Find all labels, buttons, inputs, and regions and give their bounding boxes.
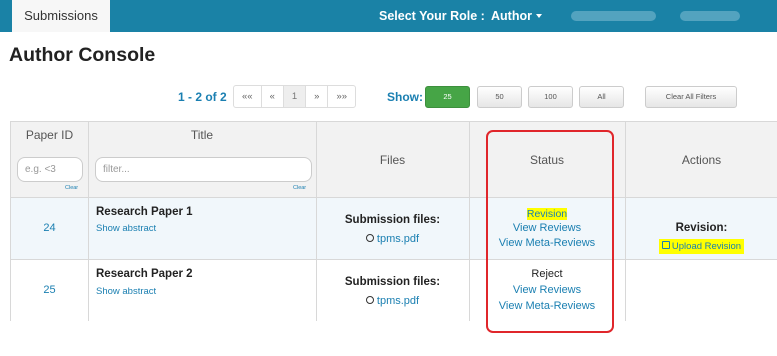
caret-down-icon <box>535 13 542 18</box>
file-entry: tpms.pdf <box>316 293 469 307</box>
upload-revision-entry: Upload Revision <box>625 238 777 254</box>
submissions-table: Paper ID Title Files Status Actions e.g.… <box>10 121 777 321</box>
clock-icon <box>365 233 374 242</box>
show-abstract-link[interactable]: Show abstract <box>96 286 156 297</box>
files-label: Submission files: <box>344 276 441 288</box>
show-label: Show: <box>387 90 423 104</box>
last-page-button[interactable]: »» <box>328 86 355 107</box>
header-files: Files <box>379 153 406 167</box>
file-link[interactable]: tpms.pdf <box>377 295 419 307</box>
role-value: Author <box>491 9 532 23</box>
header-title[interactable]: Title <box>88 128 316 142</box>
pagination-range: 1 - 2 of 2 <box>178 90 227 104</box>
page-title: Author Console <box>9 44 156 66</box>
upload-revision-link[interactable]: Upload Revision <box>658 239 745 254</box>
prev-page-button[interactable]: « <box>262 86 284 107</box>
show-abstract-link[interactable]: Show abstract <box>96 223 156 234</box>
revision-label: Revision: <box>675 222 728 234</box>
role-label: Select Your Role : <box>379 9 485 23</box>
file-entry: tpms.pdf <box>316 231 469 245</box>
pagination: «« « 1 » »» <box>233 85 357 108</box>
redacted-user-info <box>571 11 656 21</box>
page-1-button[interactable]: 1 <box>283 86 307 107</box>
top-navbar: Submissions Select Your Role : Author <box>0 0 777 32</box>
paper-id-link[interactable]: 24 <box>11 222 88 234</box>
paper-title: Research Paper 1 <box>96 206 193 218</box>
upload-revision-label: Upload Revision <box>671 241 742 252</box>
page-size-25-button[interactable]: 25 <box>425 86 470 108</box>
redacted-user-menu[interactable] <box>680 11 740 21</box>
files-label: Submission files: <box>344 214 441 226</box>
paper-id-filter-input[interactable]: e.g. <3 <box>17 157 83 182</box>
column-divider <box>88 122 89 321</box>
first-page-button[interactable]: «« <box>234 86 262 107</box>
clock-icon <box>365 295 374 304</box>
title-filter-input[interactable]: filter... <box>95 157 312 182</box>
status-annotation-box <box>486 130 614 333</box>
header-paper-id[interactable]: Paper ID <box>11 128 88 142</box>
tab-submissions[interactable]: Submissions <box>12 0 110 32</box>
page-size-100-button[interactable]: 100 <box>528 86 573 108</box>
paper-id-link[interactable]: 25 <box>11 284 88 296</box>
page-size-50-button[interactable]: 50 <box>477 86 522 108</box>
file-link[interactable]: tpms.pdf <box>377 233 419 245</box>
paper-title: Research Paper 2 <box>96 268 193 280</box>
clear-id-filter-link[interactable]: Clear <box>65 185 78 191</box>
clear-title-filter-link[interactable]: Clear <box>293 185 306 191</box>
header-actions: Actions <box>681 153 722 167</box>
role-dropdown[interactable]: Author <box>491 0 542 32</box>
edit-icon <box>661 241 670 250</box>
clear-all-filters-button[interactable]: Clear All Filters <box>645 86 737 108</box>
page-size-all-button[interactable]: All <box>579 86 624 108</box>
next-page-button[interactable]: » <box>306 86 329 107</box>
